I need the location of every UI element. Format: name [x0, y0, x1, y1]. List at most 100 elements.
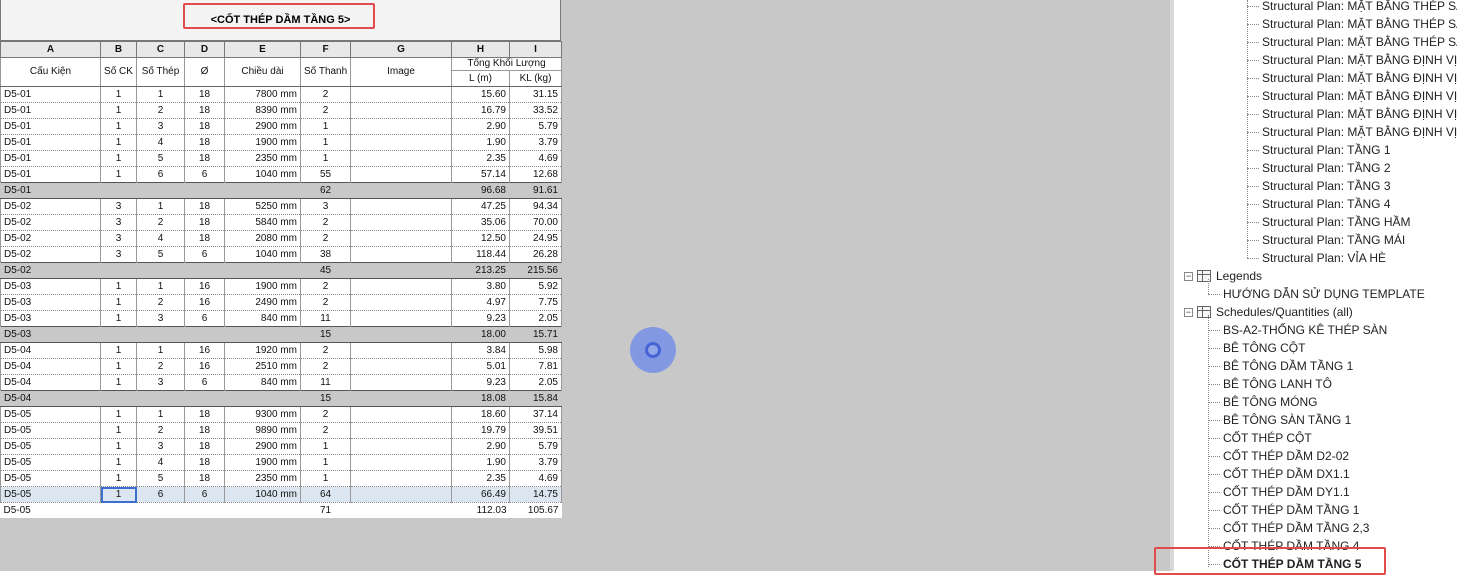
- cell-f[interactable]: 2: [300, 358, 351, 375]
- cell-d[interactable]: 6: [184, 166, 225, 183]
- table-row[interactable]: D5-02 3 4 18 2080 mm 2 12.50 24.95: [0, 230, 562, 247]
- cell-a[interactable]: D5-01: [0, 166, 101, 183]
- tree-item-schedule[interactable]: BÊ TÔNG CỘT: [1208, 339, 1305, 357]
- tree-item-schedule[interactable]: CỐT THÉP DẦM DX1.1: [1208, 465, 1350, 483]
- cell-i[interactable]: 39.51: [509, 422, 562, 439]
- cell-c[interactable]: 2: [136, 214, 185, 231]
- cell-e[interactable]: [224, 390, 301, 407]
- cell-g[interactable]: [350, 310, 452, 327]
- cell-e[interactable]: 840 mm: [224, 310, 301, 327]
- cell-b[interactable]: 1: [100, 486, 137, 503]
- cell-c[interactable]: 1: [136, 406, 185, 423]
- cell-i[interactable]: 70.00: [509, 214, 562, 231]
- cell-g[interactable]: [350, 182, 452, 199]
- table-row[interactable]: D5-01 1 6 6 1040 mm 55 57.14 12.68: [0, 166, 562, 183]
- cell-c[interactable]: [136, 262, 185, 279]
- cell-g[interactable]: [350, 214, 452, 231]
- cell-f[interactable]: 11: [300, 374, 351, 391]
- cell-b[interactable]: 1: [100, 166, 137, 183]
- subtotal-row[interactable]: D5-03 15 18.00 15.71: [0, 326, 562, 343]
- tree-item-structural-plan[interactable]: Structural Plan: MẶT BẰNG ĐỊNH VỊ C: [1247, 87, 1457, 105]
- cell-b[interactable]: 1: [100, 134, 137, 151]
- cell-i[interactable]: 2.05: [509, 310, 562, 327]
- cell-f[interactable]: 2: [300, 86, 351, 103]
- cell-h[interactable]: 1.90: [451, 454, 510, 471]
- cell-c[interactable]: 3: [136, 310, 185, 327]
- tree-item-schedule[interactable]: CỐT THÉP DẦM TẦNG 2,3: [1208, 519, 1369, 537]
- cell-c[interactable]: [136, 390, 185, 407]
- cell-f[interactable]: 55: [300, 166, 351, 183]
- cell-g[interactable]: [350, 198, 452, 215]
- header-so-ck[interactable]: Số CK: [100, 57, 137, 87]
- cell-i[interactable]: 4.69: [509, 470, 562, 487]
- tree-item-schedule[interactable]: CỐT THÉP DẦM D2-02: [1208, 447, 1349, 465]
- cell-c[interactable]: 4: [136, 230, 185, 247]
- cell-i[interactable]: 12.68: [509, 166, 562, 183]
- tree-item-structural-plan[interactable]: Structural Plan: MẶT BẰNG THÉP SÀN: [1247, 0, 1457, 15]
- cell-b[interactable]: 1: [100, 294, 137, 311]
- cell-d[interactable]: 16: [184, 278, 225, 295]
- cell-g[interactable]: [350, 454, 452, 471]
- cell-g[interactable]: [350, 422, 452, 439]
- cell-g[interactable]: [350, 486, 452, 503]
- cell-b[interactable]: 1: [100, 102, 137, 119]
- cell-i[interactable]: 26.28: [509, 246, 562, 263]
- cell-d[interactable]: [184, 390, 225, 407]
- tree-item-schedule[interactable]: BS-A2-THỐNG KÊ THÉP SÀN: [1208, 321, 1387, 339]
- cell-c[interactable]: [136, 502, 185, 518]
- cell-e[interactable]: [224, 182, 301, 199]
- cell-i[interactable]: 5.79: [509, 438, 562, 455]
- cell-e[interactable]: [224, 502, 301, 518]
- cell-b[interactable]: 1: [100, 342, 137, 359]
- cell-a[interactable]: D5-02: [0, 246, 101, 263]
- cell-f[interactable]: 62: [300, 182, 351, 199]
- cell-a[interactable]: D5-04: [0, 374, 101, 391]
- cell-e[interactable]: 2350 mm: [224, 470, 301, 487]
- cell-a[interactable]: D5-05: [0, 438, 101, 455]
- header-cau-kien[interactable]: Cấu Kiện: [0, 57, 101, 87]
- cell-h[interactable]: 2.90: [451, 438, 510, 455]
- cell-g[interactable]: [350, 470, 452, 487]
- cell-g[interactable]: [350, 438, 452, 455]
- cell-a[interactable]: D5-02: [0, 198, 101, 215]
- cell-d[interactable]: 18: [184, 118, 225, 135]
- cell-d[interactable]: 18: [184, 86, 225, 103]
- cell-a[interactable]: D5-03: [0, 310, 101, 327]
- cell-h[interactable]: 213.25: [451, 262, 510, 279]
- cell-h[interactable]: 18.08: [451, 390, 510, 407]
- cell-c[interactable]: 2: [136, 102, 185, 119]
- cell-f[interactable]: 1: [300, 454, 351, 471]
- cell-b[interactable]: 1: [100, 374, 137, 391]
- column-letter-c[interactable]: C: [136, 41, 185, 58]
- cell-d[interactable]: [184, 326, 225, 343]
- cell-a[interactable]: D5-03: [0, 326, 101, 343]
- cell-f[interactable]: 15: [300, 326, 351, 343]
- tree-node-legends[interactable]: − Legends: [1184, 267, 1262, 285]
- collapse-icon[interactable]: −: [1184, 271, 1193, 281]
- tree-item-schedule[interactable]: BÊ TÔNG MÓNG: [1208, 393, 1317, 411]
- cell-d[interactable]: 18: [184, 438, 225, 455]
- tree-item-structural-plan[interactable]: Structural Plan: TẦNG 2: [1247, 159, 1391, 177]
- cell-e[interactable]: 1040 mm: [224, 246, 301, 263]
- tree-item-structural-plan[interactable]: Structural Plan: MẶT BẰNG ĐỊNH VỊ C: [1247, 51, 1457, 69]
- cell-d[interactable]: 6: [184, 374, 225, 391]
- cell-c[interactable]: 1: [136, 342, 185, 359]
- cell-a[interactable]: D5-04: [0, 358, 101, 375]
- table-row[interactable]: D5-04 1 1 16 1920 mm 2 3.84 5.98: [0, 342, 562, 359]
- cell-c[interactable]: 3: [136, 374, 185, 391]
- table-row[interactable]: D5-05 1 1 18 9300 mm 2 18.60 37.14: [0, 406, 562, 423]
- header-phi[interactable]: Ø: [184, 57, 225, 87]
- cell-d[interactable]: 18: [184, 134, 225, 151]
- cell-i[interactable]: 31.15: [509, 86, 562, 103]
- cell-f[interactable]: 1: [300, 134, 351, 151]
- cell-b[interactable]: 1: [100, 470, 137, 487]
- tree-item-structural-plan[interactable]: Structural Plan: VỈA HÈ: [1247, 249, 1386, 267]
- cell-h[interactable]: 4.97: [451, 294, 510, 311]
- cell-d[interactable]: 16: [184, 358, 225, 375]
- cell-g[interactable]: [350, 86, 452, 103]
- cell-f[interactable]: 2: [300, 422, 351, 439]
- cell-e[interactable]: 5840 mm: [224, 214, 301, 231]
- cell-g[interactable]: [350, 342, 452, 359]
- cell-i[interactable]: 3.79: [509, 454, 562, 471]
- cell-i[interactable]: 91.61: [509, 182, 562, 199]
